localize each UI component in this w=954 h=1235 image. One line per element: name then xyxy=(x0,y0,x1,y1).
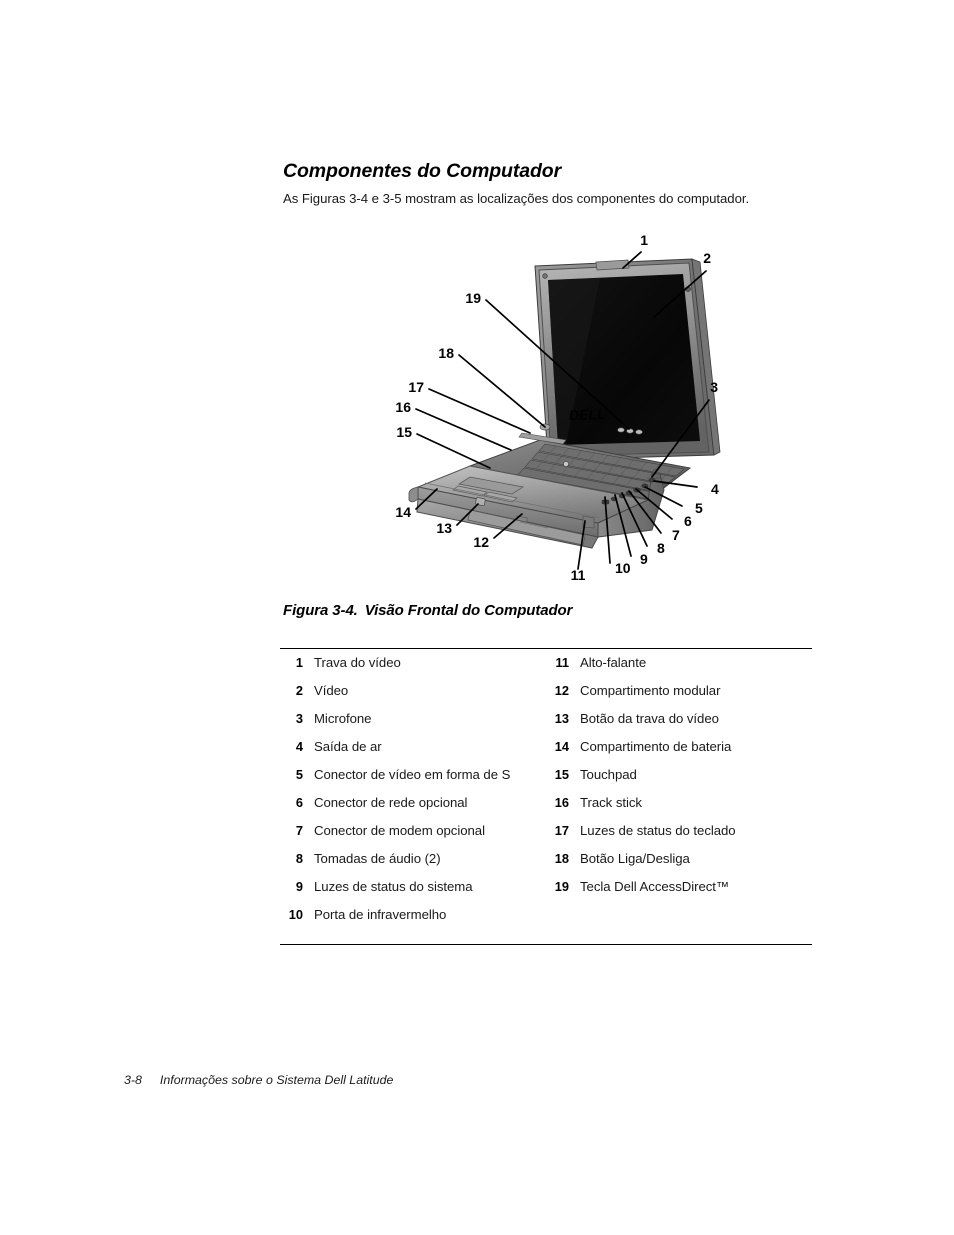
legend-label: Alto-falante xyxy=(580,655,647,670)
legend-item: 17 Luzes de status do teclado xyxy=(546,823,812,851)
legend-label: Tecla Dell AccessDirect™ xyxy=(580,879,730,894)
legend-item: 5 Conector de vídeo em forma de S xyxy=(280,767,546,795)
legend-item: 9 Luzes de status do sistema xyxy=(280,879,546,907)
callout-16: 16 xyxy=(395,399,411,415)
callout-6: 6 xyxy=(684,513,692,529)
document-page: Componentes do Computador As Figuras 3-4… xyxy=(0,0,954,1235)
callout-10: 10 xyxy=(615,560,631,576)
callout-13: 13 xyxy=(436,520,452,536)
legend-number: 5 xyxy=(295,767,303,782)
page-footer: 3-8 Informações sobre o Sistema Dell Lati… xyxy=(124,1073,393,1087)
legend-item: 12 Compartimento modular xyxy=(546,683,812,711)
callout-3: 3 xyxy=(710,379,718,395)
callout-19: 19 xyxy=(465,290,481,306)
legend-number: 17 xyxy=(554,823,569,838)
legend-number: 12 xyxy=(554,683,569,698)
legend-label: Conector de modem opcional xyxy=(314,823,485,838)
legend-number: 6 xyxy=(295,795,303,810)
legend-label: Trava do vídeo xyxy=(314,655,401,670)
legend-item: 4 Saída de ar xyxy=(280,739,546,767)
legend-number: 7 xyxy=(295,823,303,838)
legend-label: Luzes de status do teclado xyxy=(580,823,736,838)
callout-5: 5 xyxy=(695,500,703,516)
legend-item: 6 Conector de rede opcional xyxy=(280,795,546,823)
legend-item: 15 Touchpad xyxy=(546,767,812,795)
callout-4: 4 xyxy=(711,481,719,497)
figure-legend-table: 1 Trava do vídeo 2 Vídeo 3 Microfone 4 S… xyxy=(280,648,812,945)
legend-number: 11 xyxy=(555,655,569,670)
figure-caption-title: Visão Frontal do Computador xyxy=(364,602,573,619)
display-latch xyxy=(595,259,630,271)
dell-logo: DELL xyxy=(569,406,606,423)
legend-item-spacer xyxy=(546,907,812,935)
legend-number: 13 xyxy=(554,711,569,726)
legend-label: Conector de rede opcional xyxy=(314,795,468,810)
callout-8: 8 xyxy=(657,540,665,556)
callout-11: 11 xyxy=(571,567,586,583)
legend-item: 13 Botão da trava do vídeo xyxy=(546,711,812,739)
section-intro-text: As Figuras 3-4 e 3-5 mostram as localiza… xyxy=(283,191,750,206)
legend-label: Touchpad xyxy=(580,767,637,782)
legend-column-left: 1 Trava do vídeo 2 Vídeo 3 Microfone 4 S… xyxy=(280,655,546,935)
figure-caption-label: Figura 3-4. xyxy=(283,602,358,619)
legend-number: 10 xyxy=(288,907,303,922)
legend-item: 10 Porta de infravermelho xyxy=(280,907,546,935)
legend-item: 7 Conector de modem opcional xyxy=(280,823,546,851)
legend-item: 3 Microfone xyxy=(280,711,546,739)
legend-item: 8 Tomadas de áudio (2) xyxy=(280,851,546,879)
legend-label: Porta de infravermelho xyxy=(314,907,447,922)
legend-item: 2 Vídeo xyxy=(280,683,546,711)
legend-label: Compartimento modular xyxy=(580,683,721,698)
page-title: Componentes do Computador xyxy=(283,160,562,182)
legend-item: 19 Tecla Dell AccessDirect™ xyxy=(546,879,812,907)
legend-item: 1 Trava do vídeo xyxy=(280,655,546,683)
legend-label: Microfone xyxy=(314,711,372,726)
callout-18: 18 xyxy=(438,345,454,361)
legend-label: Luzes de status do sistema xyxy=(314,879,473,894)
legend-item: 14 Compartimento de bateria xyxy=(546,739,812,767)
legend-label: Saída de ar xyxy=(314,739,382,754)
legend-item: 16 Track stick xyxy=(546,795,812,823)
legend-label: Botão Liga/Desliga xyxy=(580,851,690,866)
legend-label: Track stick xyxy=(580,795,642,810)
legend-label: Vídeo xyxy=(314,683,349,698)
legend-number: 9 xyxy=(295,879,303,894)
callout-9: 9 xyxy=(640,551,648,567)
legend-label: Conector de vídeo em forma de S xyxy=(314,767,511,782)
legend-number: 3 xyxy=(295,711,303,726)
figure-illustration: DELL 1 2 3 4 5 6 7 8 9 10 11 12 13 14 15… xyxy=(370,225,730,585)
legend-number: 19 xyxy=(554,879,569,894)
legend-item: 11 Alto-falante xyxy=(546,655,812,683)
callout-7: 7 xyxy=(672,527,680,543)
footer-title: Informações sobre o Sistema Dell Latitud… xyxy=(159,1073,394,1087)
legend-number: 15 xyxy=(554,767,569,782)
legend-number: 16 xyxy=(554,795,569,810)
callout-17: 17 xyxy=(408,379,424,395)
legend-label: Tomadas de áudio (2) xyxy=(314,851,441,866)
legend-number: 4 xyxy=(295,739,303,754)
legend-number: 1 xyxy=(295,655,303,670)
legend-number: 18 xyxy=(554,851,569,866)
legend-label: Botão da trava do vídeo xyxy=(580,711,719,726)
footer-page-number: 3-8 xyxy=(124,1073,142,1087)
callout-12: 12 xyxy=(473,534,489,550)
track-stick xyxy=(563,461,569,467)
legend-number: 2 xyxy=(295,683,303,698)
legend-label: Compartimento de bateria xyxy=(580,739,732,754)
legend-item: 18 Botão Liga/Desliga xyxy=(546,851,812,879)
laptop-diagram-svg: DELL 1 2 3 4 5 6 7 8 9 10 11 12 13 14 15… xyxy=(395,232,721,583)
callout-1: 1 xyxy=(640,232,648,248)
legend-number: 14 xyxy=(554,739,569,754)
legend-number: 8 xyxy=(295,851,303,866)
callout-2: 2 xyxy=(703,250,711,266)
legend-column-right: 11 Alto-falante 12 Compartimento modular… xyxy=(546,655,812,935)
callout-14: 14 xyxy=(395,504,411,520)
figure-caption: Figura 3-4. Visão Frontal do Computador xyxy=(283,602,572,619)
callout-15: 15 xyxy=(396,424,412,440)
